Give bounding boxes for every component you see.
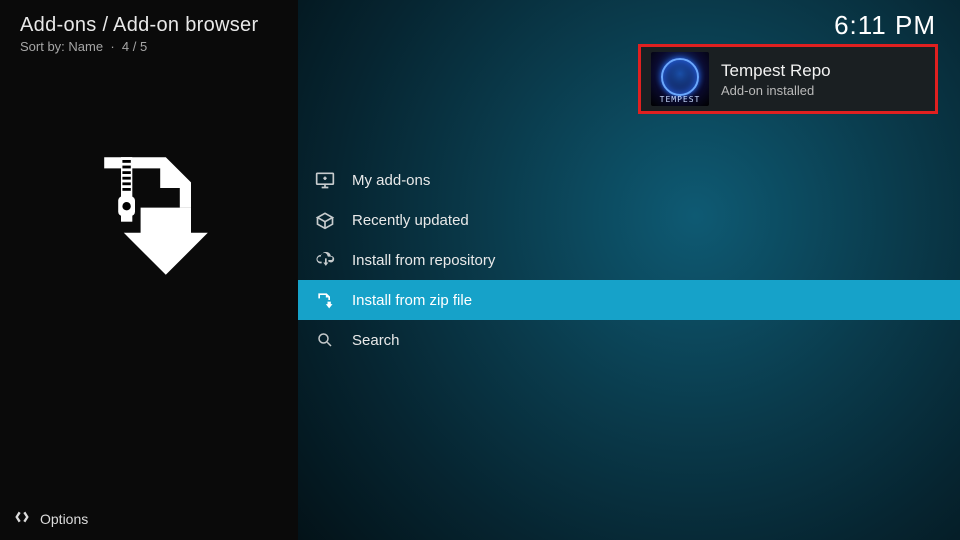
menu-label: Install from zip file [352, 292, 472, 309]
notification-thumbnail: TEMPEST [651, 52, 709, 106]
menu-label: My add-ons [352, 172, 430, 189]
notification-text: Tempest Repo Add-on installed [721, 61, 831, 98]
thumb-label: TEMPEST [651, 95, 709, 104]
options-icon [14, 509, 30, 528]
menu-label: Recently updated [352, 212, 469, 229]
zip-file-icon [314, 289, 336, 311]
options-button[interactable]: Options [0, 497, 298, 540]
menu-recently-updated[interactable]: Recently updated [298, 200, 960, 240]
menu-label: Install from repository [352, 252, 495, 269]
sidebar-header: Add-ons / Add-on browser Sort by: Name ·… [0, 0, 298, 58]
menu-install-repository[interactable]: Install from repository [298, 240, 960, 280]
menu-install-zip[interactable]: Install from zip file [298, 280, 960, 320]
addon-menu: My add-ons Recently updated Install from… [298, 160, 960, 360]
open-box-icon [314, 209, 336, 231]
zip-download-icon [79, 146, 219, 286]
list-position: 4 / 5 [122, 39, 147, 54]
menu-my-addons[interactable]: My add-ons [298, 160, 960, 200]
category-icon-area [0, 58, 298, 497]
install-notification: TEMPEST Tempest Repo Add-on installed [638, 44, 938, 114]
options-label: Options [40, 511, 88, 527]
clock: 6:11 PM [834, 10, 936, 41]
cloud-download-icon [314, 249, 336, 271]
menu-label: Search [352, 332, 400, 349]
search-icon [314, 329, 336, 351]
sidebar: Add-ons / Add-on browser Sort by: Name ·… [0, 0, 298, 540]
monitor-icon [314, 169, 336, 191]
notification-subtitle: Add-on installed [721, 83, 831, 98]
main-panel: 6:11 PM My add-ons Recently updated Inst… [298, 0, 960, 540]
notification-title: Tempest Repo [721, 61, 831, 81]
breadcrumb: Add-ons / Add-on browser [20, 14, 278, 37]
sort-label: Sort by: Name [20, 39, 103, 54]
menu-search[interactable]: Search [298, 320, 960, 360]
sort-position-line: Sort by: Name · 4 / 5 [20, 39, 278, 54]
